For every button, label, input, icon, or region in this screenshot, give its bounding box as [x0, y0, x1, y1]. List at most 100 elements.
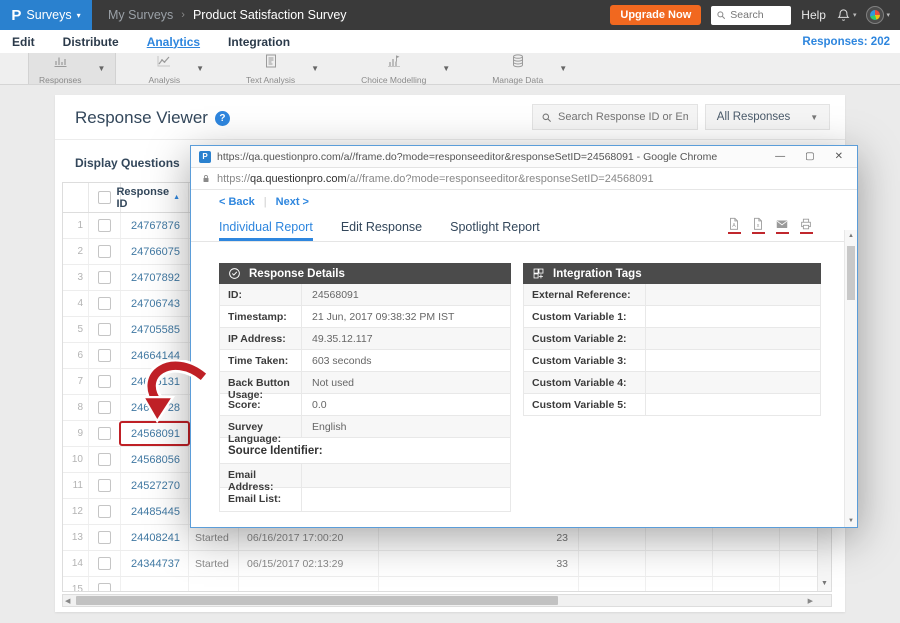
response-search-input[interactable]	[558, 111, 688, 123]
row-checkbox-cell	[89, 395, 121, 420]
toolbar-manage-data[interactable]: Manage Data▼	[482, 53, 577, 84]
detail-value: Not used	[301, 372, 510, 393]
row-checkbox[interactable]	[98, 271, 111, 284]
close-icon[interactable]: ✕	[835, 152, 843, 162]
url-text: https://qa.questionpro.com/a//frame.do?m…	[217, 173, 654, 185]
upgrade-now-button[interactable]: Upgrade Now	[610, 5, 701, 25]
nav-item-integration[interactable]: Integration	[228, 35, 290, 49]
popup-title-bar[interactable]: P https://qa.questionpro.com/a//frame.do…	[191, 146, 857, 168]
response-id-link[interactable]: 24603728	[121, 395, 189, 420]
email-export-icon[interactable]	[775, 217, 789, 234]
horizontal-scroll-thumb[interactable]	[76, 596, 558, 605]
detail-value	[645, 284, 820, 305]
response-id-link[interactable]: 24568056	[121, 447, 189, 472]
toolbar-choice-modelling[interactable]: Choice Modelling▼	[351, 53, 460, 84]
response-search[interactable]	[532, 104, 698, 130]
nav-item-analytics[interactable]: Analytics	[147, 35, 200, 49]
response-id-link[interactable]: 24485445	[121, 499, 189, 524]
detail-row: Timestamp:21 Jun, 2017 09:38:32 PM IST	[219, 306, 511, 328]
help-icon[interactable]: ?	[215, 111, 230, 126]
detail-value: 49.35.12.117	[301, 328, 510, 349]
response-id-link[interactable]	[121, 577, 189, 592]
response-id-link[interactable]: 24408241	[121, 525, 189, 550]
response-id-link[interactable]: 24625131	[121, 369, 189, 394]
filter-value: All Responses	[717, 111, 791, 123]
chevron-down-icon[interactable]: ▼	[442, 64, 450, 73]
scroll-down-icon[interactable]: ▼	[821, 580, 828, 587]
toolbar-responses[interactable]: Responses▼	[28, 53, 116, 84]
detail-value	[301, 464, 510, 487]
minimize-icon[interactable]: —	[775, 152, 785, 162]
response-id-link[interactable]: 24568091	[121, 421, 189, 446]
response-id-link[interactable]: 24527270	[121, 473, 189, 498]
divider: |	[264, 196, 267, 208]
row-checkbox[interactable]	[98, 505, 111, 518]
maximize-icon[interactable]: ▢	[805, 152, 814, 162]
chevron-down-icon[interactable]: ▼	[98, 64, 106, 73]
choice-modelling-icon	[386, 53, 402, 74]
help-link[interactable]: Help	[801, 8, 826, 22]
row-checkbox[interactable]	[98, 349, 111, 362]
popup-vertical-scrollbar[interactable]: ▲ ▼	[844, 230, 857, 527]
response-filter-dropdown[interactable]: All Responses ▼	[705, 104, 830, 130]
global-search-input[interactable]	[730, 9, 786, 21]
row-checkbox[interactable]	[98, 453, 111, 466]
table-row: 1424344737Started06/15/2017 02:13:2933	[63, 551, 832, 577]
row-checkbox[interactable]	[98, 401, 111, 414]
tab-individual-report[interactable]: Individual Report	[219, 220, 313, 241]
row-checkbox[interactable]	[98, 583, 111, 592]
back-link[interactable]: < Back	[219, 196, 255, 208]
chevron-down-icon[interactable]: ▼	[311, 64, 319, 73]
response-id-link[interactable]: 24705585	[121, 317, 189, 342]
row-checkbox[interactable]	[98, 375, 111, 388]
address-bar[interactable]: https://qa.questionpro.com/a//frame.do?m…	[191, 168, 857, 190]
chevron-down-icon[interactable]: ▼	[196, 64, 204, 73]
toolbar-text-analysis[interactable]: Text Analysis▼	[236, 53, 329, 84]
scroll-left-icon[interactable]: ◀	[65, 597, 70, 605]
export-actions: A x	[727, 217, 813, 234]
row-checkbox[interactable]	[98, 557, 111, 570]
responses-icon	[52, 53, 68, 74]
tab-edit-response[interactable]: Edit Response	[341, 220, 422, 241]
toolbar-analysis[interactable]: Analysis▼	[138, 53, 214, 84]
row-checkbox[interactable]	[98, 323, 111, 336]
response-id-link[interactable]: 24707892	[121, 265, 189, 290]
response-id-link[interactable]: 24344737	[121, 551, 189, 576]
scroll-down-icon[interactable]: ▼	[848, 518, 854, 524]
row-checkbox[interactable]	[98, 219, 111, 232]
nav-item-edit[interactable]: Edit	[12, 35, 35, 49]
notifications-menu[interactable]: ▾	[836, 8, 857, 23]
pdf-export-icon[interactable]: A	[727, 217, 741, 234]
scroll-right-icon[interactable]: ▶	[808, 597, 813, 605]
row-checkbox[interactable]	[98, 297, 111, 310]
row-checkbox[interactable]	[98, 479, 111, 492]
response-id-link[interactable]: 24706743	[121, 291, 189, 316]
row-checkbox[interactable]	[98, 427, 111, 440]
chevron-down-icon[interactable]: ▼	[559, 64, 567, 73]
response-timestamp	[239, 577, 379, 592]
scroll-up-icon[interactable]: ▲	[848, 233, 854, 239]
row-checkbox[interactable]	[98, 245, 111, 258]
response-id-link[interactable]: 24767876	[121, 213, 189, 238]
surveys-product-menu[interactable]: P Surveys ▾	[0, 0, 92, 30]
nav-item-distribute[interactable]: Distribute	[63, 35, 119, 49]
select-all-checkbox[interactable]	[98, 191, 111, 204]
response-status	[189, 577, 239, 592]
breadcrumb-my-surveys[interactable]: My Surveys	[108, 8, 173, 22]
account-menu[interactable]: ▾	[866, 6, 890, 24]
header-response-id[interactable]: Response ID ▲	[121, 183, 189, 212]
response-id-link[interactable]: 24664144	[121, 343, 189, 368]
response-id-link[interactable]: 24766075	[121, 239, 189, 264]
integration-tags-title: Integration Tags	[553, 268, 642, 280]
tab-spotlight-report[interactable]: Spotlight Report	[450, 220, 540, 241]
row-checkbox-cell	[89, 421, 121, 446]
topbar-actions: Upgrade Now Help ▾ ▾	[610, 5, 900, 25]
popup-scroll-thumb[interactable]	[847, 246, 855, 300]
table-horizontal-scrollbar[interactable]: ◀ ▶	[62, 594, 832, 607]
next-link[interactable]: Next >	[276, 196, 309, 208]
global-search[interactable]	[711, 6, 791, 25]
empty-cell	[646, 577, 713, 592]
row-checkbox[interactable]	[98, 531, 111, 544]
print-icon[interactable]	[799, 217, 813, 234]
excel-export-icon[interactable]: x	[751, 217, 765, 234]
